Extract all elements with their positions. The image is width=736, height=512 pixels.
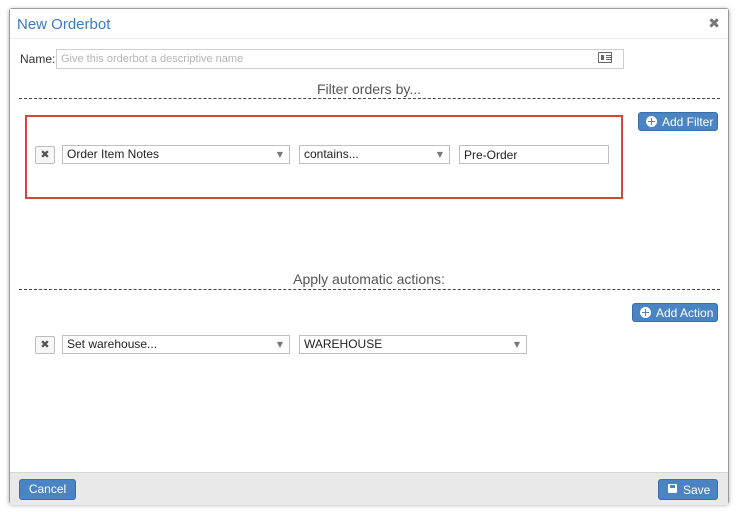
dialog-title: New Orderbot	[17, 16, 111, 33]
plus-circle-icon	[646, 116, 657, 127]
chevron-down-icon: ▼	[276, 150, 283, 159]
id-card-icon	[598, 52, 612, 63]
add-filter-label: Add Filter	[662, 115, 714, 129]
filter-section-title: Filter orders by...	[317, 81, 421, 97]
warehouse-select[interactable]: WAREHOUSE ▼	[299, 335, 527, 354]
close-icon[interactable]: ✖	[708, 16, 720, 32]
filter-operator-select[interactable]: contains... ▼	[299, 145, 450, 164]
cancel-button[interactable]: Cancel	[19, 479, 76, 500]
add-filter-button[interactable]: Add Filter	[638, 112, 718, 131]
filter-operator-value: contains...	[304, 147, 359, 161]
name-input[interactable]	[56, 49, 624, 69]
actions-divider	[19, 289, 720, 290]
dialog-footer: Cancel Save	[10, 472, 728, 505]
action-type-select[interactable]: Set warehouse... ▼	[62, 335, 290, 354]
action-type-value: Set warehouse...	[67, 337, 158, 351]
filter-divider	[19, 98, 720, 99]
filter-field-value: Order Item Notes	[67, 147, 160, 161]
add-action-button[interactable]: Add Action	[632, 303, 718, 322]
remove-action-button[interactable]: ✖	[35, 336, 55, 354]
chevron-down-icon: ▼	[436, 150, 443, 159]
save-icon	[668, 484, 677, 493]
save-button[interactable]: Save	[658, 479, 718, 500]
actions-section-title: Apply automatic actions:	[293, 271, 445, 287]
filter-value-input[interactable]	[459, 145, 609, 164]
dialog-titlebar: New Orderbot ✖	[10, 9, 728, 39]
chevron-down-icon: ▼	[276, 340, 283, 349]
name-label: Name:	[20, 52, 56, 66]
remove-filter-button[interactable]: ✖	[35, 146, 55, 164]
chevron-down-icon: ▼	[513, 340, 520, 349]
add-action-label: Add Action	[656, 306, 714, 320]
orderbot-dialog: New Orderbot ✖ Name: Filter orders by...…	[9, 8, 729, 505]
warehouse-value: WAREHOUSE	[304, 337, 383, 351]
plus-circle-icon	[640, 307, 651, 318]
filter-field-select[interactable]: Order Item Notes ▼	[62, 145, 290, 164]
save-label: Save	[683, 483, 711, 497]
cancel-label: Cancel	[28, 482, 67, 496]
